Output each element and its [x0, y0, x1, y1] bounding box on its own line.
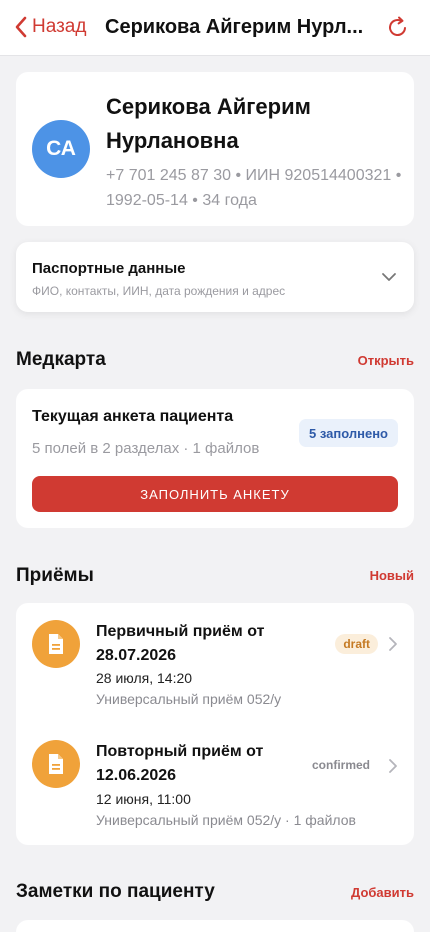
status-badge: draft [335, 634, 378, 654]
form-summary: 5 полей в 2 разделах · 1 файлов [32, 440, 260, 457]
appointment-title: Повторный приём от 12.06.2026 [96, 743, 264, 784]
patient-meta: +7 701 245 87 30 • ИИН 920514400321 • 19… [106, 167, 402, 209]
patient-profile-card: СА Серикова Айгерим Нурлановна +7 701 24… [16, 72, 414, 226]
chevron-down-icon [382, 273, 396, 281]
appointment-item[interactable]: Первичный приём от 28.07.2026 28 июля, 1… [16, 603, 414, 718]
document-icon [49, 754, 63, 774]
fill-form-button[interactable]: ЗАПОЛНИТЬ АНКЕТУ [32, 476, 398, 512]
medcard-section-title: Медкарта [16, 349, 106, 370]
patient-name: Серикова Айгерим Нурлановна [106, 94, 311, 153]
appointment-icon [32, 740, 80, 788]
appointment-meta: Универсальный приём 052/у [96, 691, 282, 707]
appointments-list: Первичный приём от 28.07.2026 28 июля, 1… [16, 603, 414, 845]
passport-data-section[interactable]: Паспортные данные ФИО, контакты, ИИН, да… [16, 242, 414, 312]
filled-count-badge: 5 заполнено [299, 419, 398, 447]
appointment-meta: Универсальный приём 052/у · 1 файлов [96, 812, 356, 828]
page-title: Серикова Айгерим Нурл... [105, 16, 364, 38]
document-icon [49, 634, 63, 654]
passport-subtitle: ФИО, контакты, ИИН, дата рождения и адре… [32, 284, 286, 298]
refresh-icon[interactable] [386, 15, 410, 39]
appointment-datetime: 28 июля, 14:20 [96, 670, 193, 686]
navigation-bar: Назад Серикова Айгерим Нурл... [0, 0, 430, 56]
chevron-right-icon [389, 759, 397, 773]
back-label: Назад [32, 16, 87, 37]
chevron-right-icon [389, 637, 397, 651]
appointment-datetime: 12 июня, 11:00 [96, 791, 191, 807]
back-button[interactable]: Назад [14, 16, 86, 38]
chevron-left-icon [15, 16, 27, 38]
appointments-section-title: Приёмы [16, 565, 94, 586]
appointment-title: Первичный приём от 28.07.2026 [96, 623, 265, 664]
new-appointment-link[interactable]: Новый [370, 568, 414, 583]
add-note-link[interactable]: Добавить [351, 885, 414, 900]
passport-title: Паспортные данные [32, 260, 186, 277]
status-badge: confirmed [311, 758, 370, 772]
medcard-card: Текущая анкета пациента 5 полей в 2 разд… [16, 389, 414, 528]
notes-section-title: Заметки по пациенту [16, 881, 215, 902]
appointment-icon [32, 620, 80, 668]
avatar: СА [32, 120, 90, 178]
notes-card [16, 920, 414, 932]
form-title: Текущая анкета пациента [32, 408, 234, 425]
open-medcard-link[interactable]: Открыть [358, 353, 414, 368]
appointment-item[interactable]: Повторный приём от 12.06.2026 12 июня, 1… [16, 725, 414, 840]
